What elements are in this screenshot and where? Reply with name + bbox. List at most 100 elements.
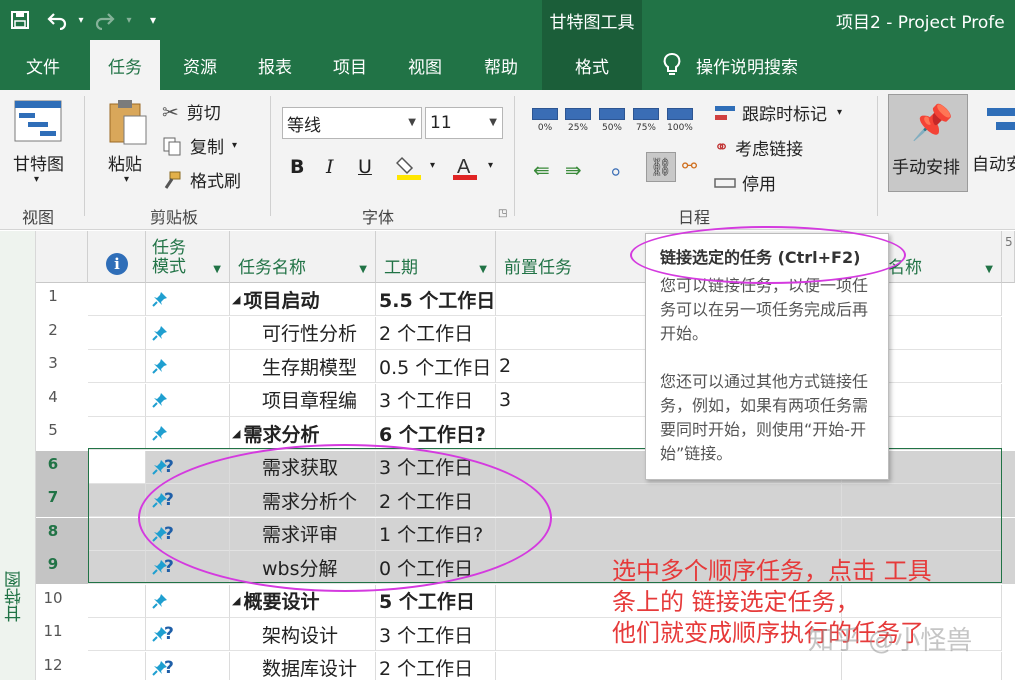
- tab-task[interactable]: 任务: [90, 40, 160, 90]
- copy-dropdown-icon[interactable]: ▾: [232, 140, 237, 151]
- redo-icon[interactable]: [88, 0, 122, 40]
- auto-schedule-button[interactable]: 自动安: [972, 150, 1015, 175]
- duration-cell[interactable]: 3 个工作日: [376, 383, 496, 417]
- undo-dropdown-icon[interactable]: ▾: [74, 0, 88, 40]
- font-size-dropdown-icon[interactable]: ▼: [489, 117, 497, 128]
- respect-links-button[interactable]: ⚭ 考虑链接: [714, 135, 803, 160]
- outdent-icon[interactable]: ⇚: [533, 158, 550, 182]
- row-number[interactable]: 6: [36, 450, 88, 484]
- indent-icon[interactable]: ⇛: [565, 158, 582, 182]
- row-number[interactable]: 4: [36, 384, 88, 417]
- copy-button[interactable]: 复制 ▾: [162, 133, 237, 158]
- task-mode-cell[interactable]: [146, 283, 230, 316]
- task-mode-cell[interactable]: [146, 383, 230, 417]
- paste-dropdown-icon[interactable]: ▾: [124, 174, 129, 185]
- save-icon[interactable]: [0, 0, 40, 40]
- column-header-next[interactable]: 5: [1002, 231, 1015, 283]
- collapse-triangle-icon[interactable]: ◢: [232, 427, 240, 440]
- info-cell[interactable]: [88, 417, 146, 450]
- resource-names-cell[interactable]: [842, 517, 1002, 551]
- highlight-color-icon[interactable]: [396, 154, 422, 180]
- predecessors-cell[interactable]: [496, 651, 842, 680]
- task-name-cell[interactable]: 架构设计: [230, 618, 376, 651]
- duration-dropdown-icon[interactable]: ▼: [479, 264, 487, 275]
- row-number[interactable]: 8: [36, 517, 88, 551]
- row-number[interactable]: 1: [36, 283, 88, 316]
- tab-resource[interactable]: 资源: [164, 40, 236, 90]
- task-name-cell[interactable]: 数据库设计: [230, 651, 376, 680]
- mark-0-percent-button[interactable]: 0%: [530, 108, 560, 133]
- paste-icon[interactable]: [108, 98, 148, 146]
- duration-cell[interactable]: 0.5 个工作日: [376, 350, 496, 383]
- row-number[interactable]: 9: [36, 551, 88, 584]
- info-cell[interactable]: [88, 283, 146, 316]
- mark-50-percent-button[interactable]: 50%: [597, 108, 627, 133]
- column-header-task-name[interactable]: 任务名称 ▼: [230, 231, 376, 283]
- gantt-chart-icon[interactable]: [14, 100, 62, 142]
- split-task-icon[interactable]: ⸰: [610, 158, 621, 185]
- redo-dropdown-icon[interactable]: ▾: [122, 0, 136, 40]
- tab-project[interactable]: 项目: [314, 40, 386, 90]
- row-number[interactable]: 12: [36, 652, 88, 680]
- row-number[interactable]: 7: [36, 484, 88, 517]
- info-cell[interactable]: [88, 350, 146, 383]
- info-cell[interactable]: [88, 450, 146, 484]
- font-name-select[interactable]: 等线 ▼: [282, 107, 422, 139]
- collapse-triangle-icon[interactable]: ◢: [232, 594, 240, 607]
- info-cell[interactable]: [88, 551, 146, 584]
- gantt-chart-button[interactable]: 甘特图: [13, 150, 64, 175]
- task-name-cell[interactable]: 可行性分析: [230, 316, 376, 350]
- tab-help[interactable]: 帮助: [464, 40, 538, 90]
- info-cell[interactable]: [88, 316, 146, 350]
- resource-names-dropdown-icon[interactable]: ▼: [985, 264, 993, 275]
- duration-cell[interactable]: 5.5 个工作日: [376, 283, 496, 316]
- row-number[interactable]: 3: [36, 350, 88, 383]
- info-cell[interactable]: [88, 618, 146, 651]
- task-mode-cell[interactable]: [146, 350, 230, 383]
- column-header-task-mode[interactable]: 任务 模式 ▼: [146, 231, 230, 283]
- info-cell[interactable]: [88, 517, 146, 551]
- format-painter-button[interactable]: 格式刷: [162, 167, 241, 192]
- task-mode-cell[interactable]: [146, 584, 230, 618]
- italic-button[interactable]: I: [326, 156, 334, 178]
- resource-names-cell[interactable]: [842, 484, 1002, 517]
- gantt-dropdown-icon[interactable]: ▾: [34, 174, 39, 185]
- task-mode-cell[interactable]: ?: [146, 651, 230, 680]
- duration-cell[interactable]: 2 个工作日: [376, 316, 496, 350]
- tab-view[interactable]: 视图: [390, 40, 460, 90]
- font-dialog-launcher-icon[interactable]: ◳: [498, 208, 507, 219]
- task-mode-cell[interactable]: [146, 316, 230, 350]
- task-name-cell[interactable]: 生存期模型: [230, 350, 376, 383]
- paste-button[interactable]: 粘贴: [108, 150, 142, 175]
- inactivate-button[interactable]: 停用: [714, 170, 776, 195]
- mark-25-percent-button[interactable]: 25%: [563, 108, 593, 133]
- task-name-cell[interactable]: ◢ 项目启动: [230, 283, 376, 316]
- auto-schedule-icon[interactable]: [986, 104, 1015, 138]
- info-cell[interactable]: [88, 584, 146, 618]
- duration-cell[interactable]: 3 个工作日: [376, 618, 496, 651]
- track-mark-dropdown-icon[interactable]: ▾: [837, 107, 842, 118]
- tab-report[interactable]: 报表: [240, 40, 310, 90]
- task-mode-cell[interactable]: [146, 417, 230, 450]
- highlight-dropdown-icon[interactable]: ▾: [430, 160, 435, 171]
- cut-button[interactable]: ✂ 剪切: [162, 99, 221, 125]
- info-cell[interactable]: [88, 484, 146, 517]
- duration-cell[interactable]: 2 个工作日: [376, 651, 496, 680]
- manual-schedule-button[interactable]: 📌 手动安排: [888, 94, 968, 192]
- unlink-tasks-icon[interactable]: ⚯: [682, 156, 697, 177]
- column-header-duration[interactable]: 工期 ▼: [376, 231, 496, 283]
- task-mode-dropdown-icon[interactable]: ▼: [213, 264, 221, 275]
- font-size-select[interactable]: 11 ▼: [425, 107, 503, 139]
- duration-cell[interactable]: 6 个工作日?: [376, 417, 496, 450]
- mark-75-percent-button[interactable]: 75%: [631, 108, 661, 133]
- font-color-dropdown-icon[interactable]: ▾: [488, 160, 493, 171]
- underline-button[interactable]: U: [358, 156, 372, 178]
- column-header-info[interactable]: i: [88, 231, 146, 283]
- info-cell[interactable]: [88, 383, 146, 417]
- task-name-cell[interactable]: 项目章程编: [230, 383, 376, 417]
- tab-file[interactable]: 文件: [0, 40, 86, 90]
- row-number[interactable]: 5: [36, 417, 88, 450]
- bold-button[interactable]: B: [290, 156, 304, 178]
- row-number[interactable]: 2: [36, 317, 88, 350]
- undo-icon[interactable]: [40, 0, 74, 40]
